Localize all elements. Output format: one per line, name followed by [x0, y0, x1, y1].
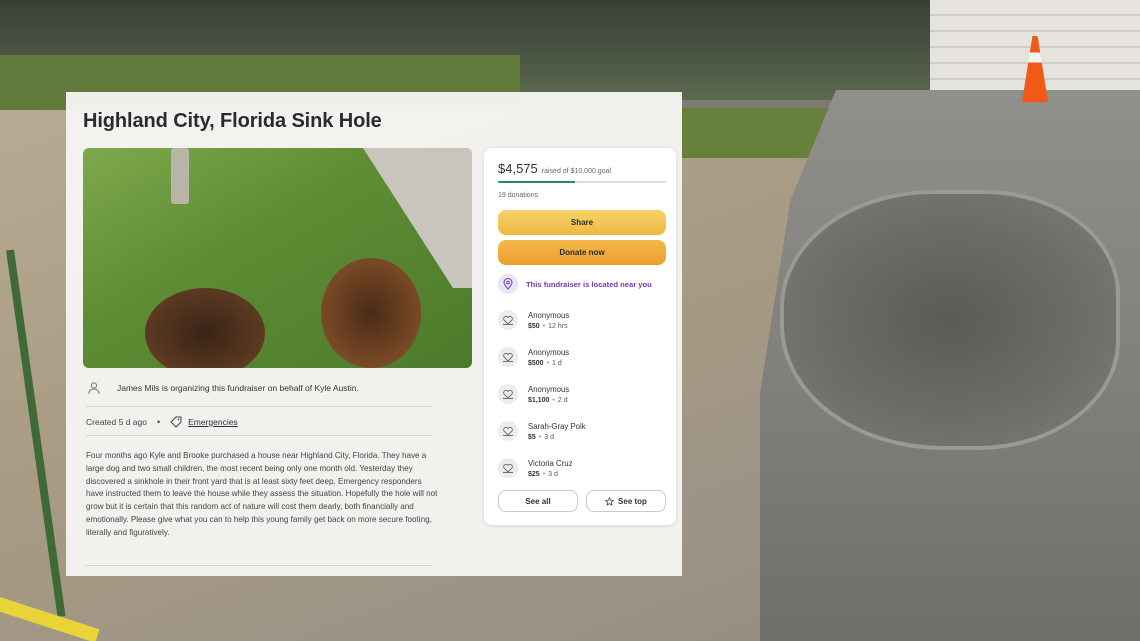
photo-sinkhole-left — [145, 288, 265, 368]
donor-sep: • — [552, 396, 555, 404]
category-link[interactable]: Emergencies — [188, 417, 238, 427]
donor-amount: $25 — [528, 470, 540, 478]
person-icon — [83, 377, 105, 399]
photo-tree-trunk — [171, 148, 189, 204]
donor-sep: • — [542, 322, 546, 330]
donor-heart-icon — [498, 347, 518, 367]
location-pin-icon — [498, 274, 518, 294]
fundraiser-story: Four months ago Kyle and Brooke purchase… — [86, 451, 438, 537]
donor-item: Anonymous $1,100 • 2 d — [498, 384, 569, 404]
donor-name: Sarah-Gray Polk — [528, 421, 586, 431]
progress-bar — [498, 181, 666, 183]
donor-amount: $500 — [528, 359, 544, 367]
donor-heart-icon — [498, 421, 518, 441]
goal-text: raised of $10,000 goal — [541, 168, 612, 175]
see-top-label: See top — [618, 496, 647, 506]
star-icon — [605, 496, 615, 506]
organizer-row: James Mils is organizing this fundraiser… — [83, 374, 433, 402]
donor-amount: $50 — [528, 322, 540, 330]
donor-time: 3 d — [548, 470, 558, 478]
donation-panel: $4,575 raised of $10,000 goal 19 donatio… — [484, 148, 676, 525]
donor-name: Anonymous — [528, 310, 570, 320]
donor-item: Victoria Cruz $25 • 3 d — [498, 458, 573, 478]
donor-name: Anonymous — [528, 384, 570, 394]
raised-amount: $4,575 — [498, 161, 538, 176]
page-title: Highland City, Florida Sink Hole — [83, 110, 382, 132]
donor-heart-icon — [498, 384, 518, 404]
donor-name: Victoria Cruz — [528, 458, 573, 468]
fundraiser-meta: Created 5 d ago • Emergencies — [86, 416, 238, 428]
organizer-text: James Mils is organizing this fundraiser… — [117, 383, 359, 393]
donor-item: Anonymous $50 • 12 hrs — [498, 310, 569, 330]
nearby-notice: This fundraiser is located near you — [498, 274, 652, 294]
donor-amount: $5 — [528, 433, 536, 441]
created-date: Created 5 d ago — [86, 417, 147, 427]
donor-sep: • — [538, 433, 542, 441]
divider — [86, 565, 432, 566]
driveway-sinkhole — [780, 190, 1120, 450]
nearby-text: This fundraiser is located near you — [526, 279, 652, 289]
divider — [86, 406, 432, 407]
fundraiser-photo[interactable] — [83, 148, 472, 368]
meta-separator: • — [156, 417, 161, 427]
share-button[interactable]: Share — [498, 210, 666, 235]
donor-amount: $1,100 — [528, 396, 550, 404]
donor-sep: • — [542, 470, 546, 478]
donor-item: Anonymous $500 • 1 d — [498, 347, 569, 367]
donor-heart-icon — [498, 458, 518, 478]
donor-item: Sarah-Gray Polk $5 • 3 d — [498, 421, 586, 441]
donor-heart-icon — [498, 310, 518, 330]
see-top-button[interactable]: See top — [586, 490, 666, 512]
donor-time: 12 hrs — [548, 322, 568, 330]
donor-name: Anonymous — [528, 347, 570, 357]
donor-sep: • — [546, 359, 550, 367]
photo-sinkhole-right — [321, 258, 421, 368]
see-all-button[interactable]: See all — [498, 490, 578, 512]
tag-icon — [170, 416, 182, 428]
divider — [86, 435, 432, 436]
fundraiser-card: Highland City, Florida Sink Hole James M… — [66, 92, 682, 576]
donor-time: 1 d — [552, 359, 562, 367]
raised-summary: $4,575 raised of $10,000 goal — [498, 161, 611, 176]
donor-time: 2 d — [557, 396, 568, 404]
donate-now-button[interactable]: Donate now — [498, 240, 666, 265]
progress-fill — [498, 181, 575, 183]
donations-count: 19 donations — [498, 192, 539, 199]
donor-time: 3 d — [544, 433, 554, 441]
